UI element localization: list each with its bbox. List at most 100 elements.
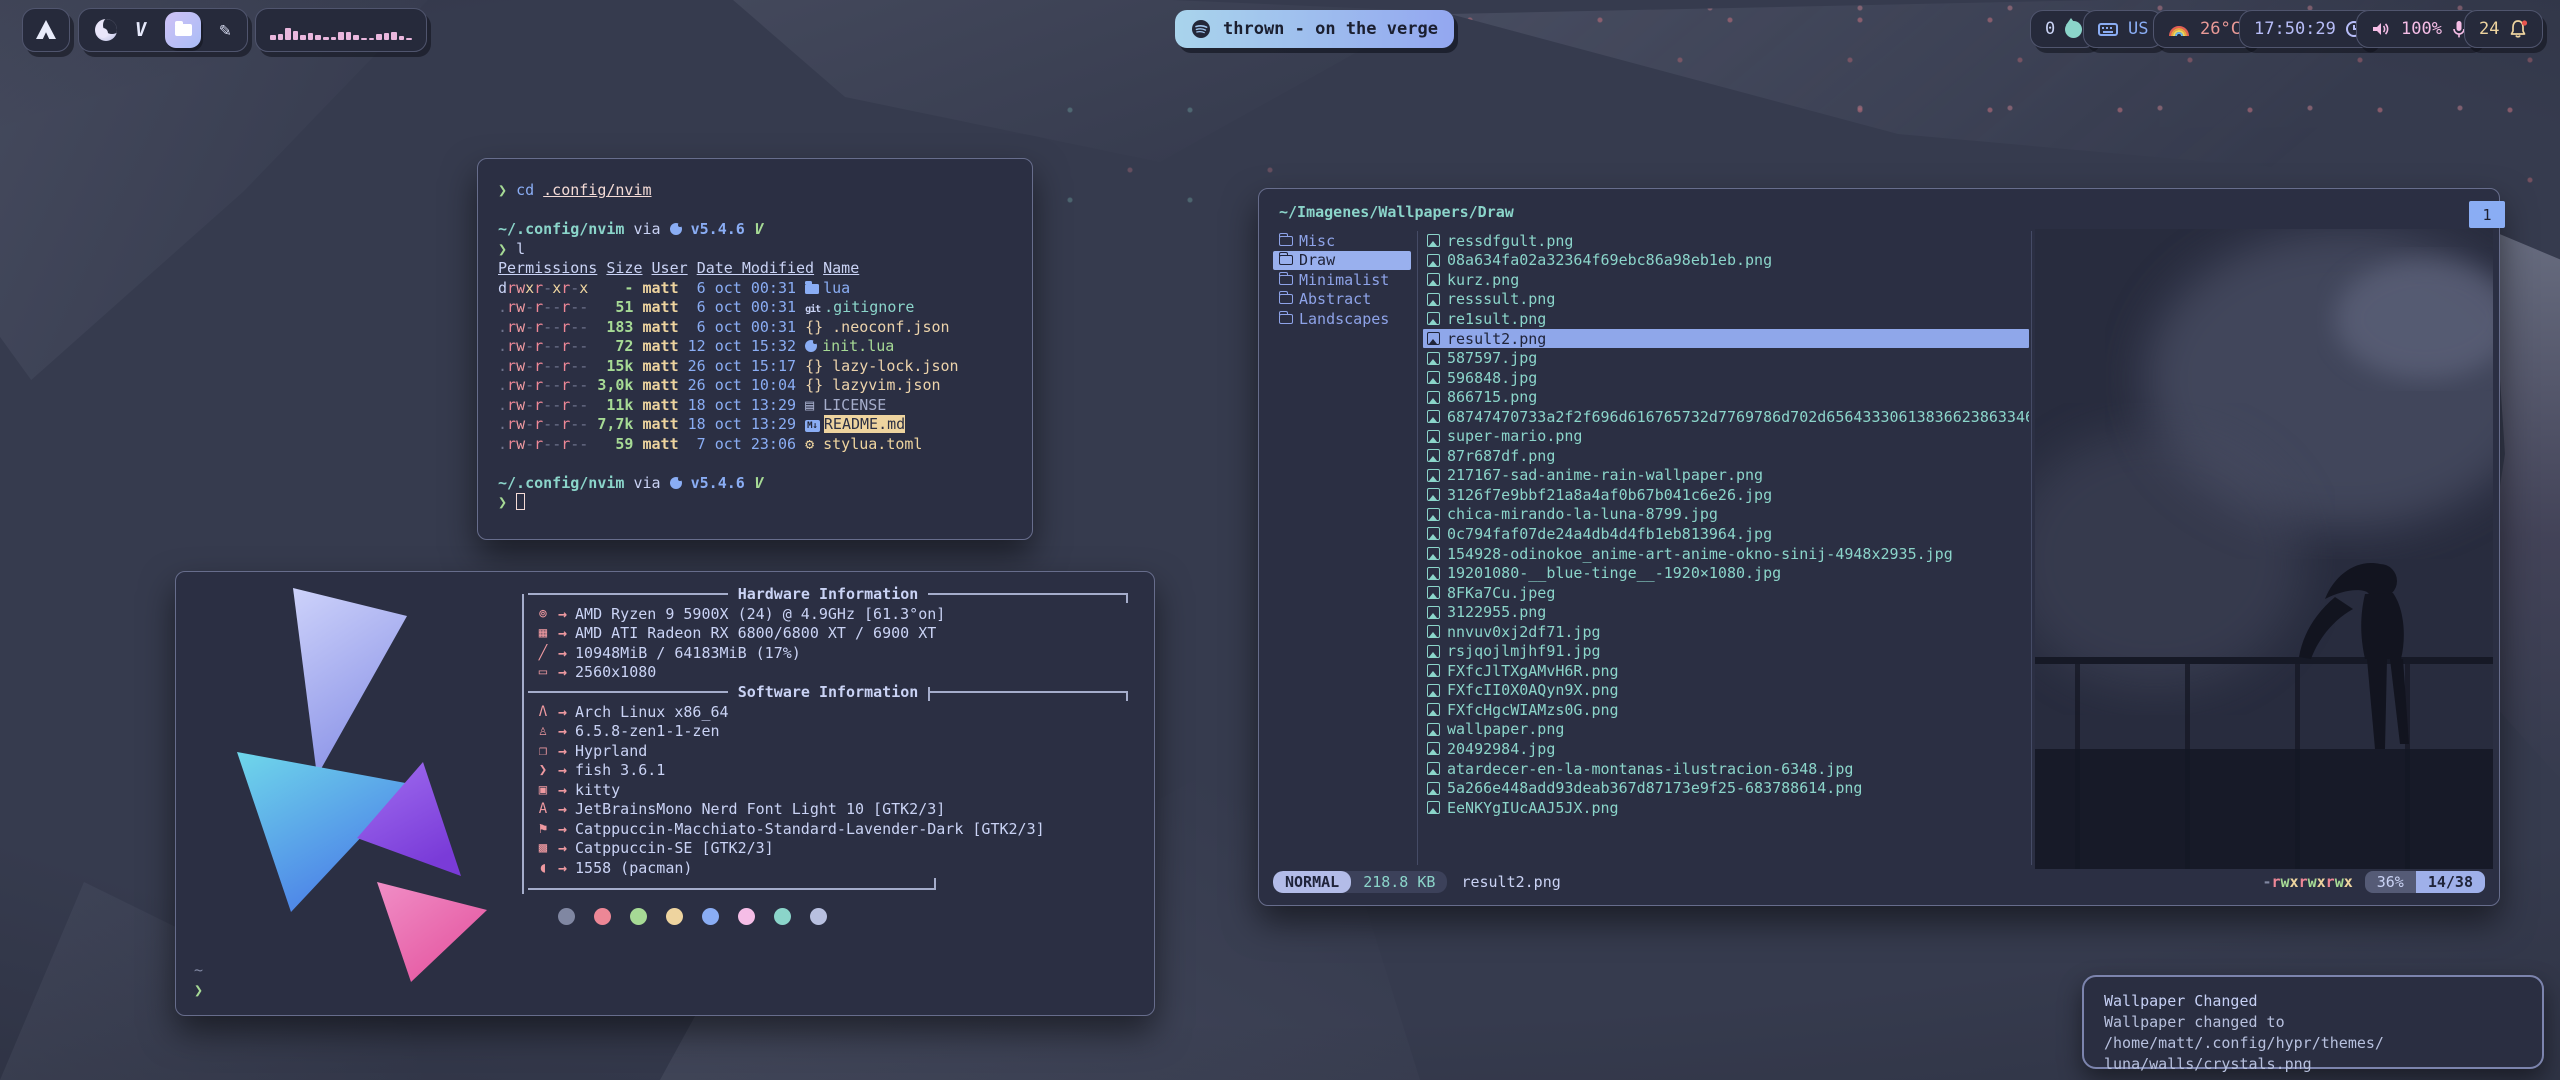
file-list-item[interactable]: ressdfgult.png [1423,231,2029,251]
file-list-item[interactable]: resssult.png [1423,290,2029,310]
file-list-item[interactable]: 596848.jpg [1423,368,2029,388]
paint-workspace-icon[interactable]: ✎ [219,19,230,41]
file-list-item[interactable]: 3122955.png [1423,602,2029,622]
arrow-icon: → [558,859,575,877]
file-list-item[interactable]: 587597.jpg [1423,348,2029,368]
ls-file-row[interactable]: .rw-r--r-- 7,7k matt 18 oct 13:29 M↓READ… [498,415,1012,435]
file-list-item[interactable]: 68747470733a2f2f696d616765732d7769786d70… [1423,407,2029,427]
file-owner: matt [643,337,688,355]
workspace-switcher[interactable]: V ✎ [78,8,248,52]
file-name: 20492984.jpg [1447,740,1555,758]
ls-file-row[interactable]: .rw-r--r-- 51 matt 6 oct 00:31 git.gitig… [498,298,1012,318]
visualizer-bar [300,35,306,40]
fetch-info-value: kitty [575,781,620,799]
audio-module[interactable]: 100% [2356,10,2481,48]
visualizer-bar [361,38,367,40]
sidebar-item-draw[interactable]: Draw [1273,251,1411,271]
ls-file-row[interactable]: .rw-r--r-- 183 matt 6 oct 00:31 {} .neoc… [498,318,1012,338]
file-list-item[interactable]: FXfcJlTXgAMvH6R.png [1423,661,2029,681]
arrow-icon: → [558,742,575,760]
sidebar-item-landscapes[interactable]: Landscapes [1273,309,1411,329]
file-list-item[interactable]: super-mario.png [1423,426,2029,446]
image-file-icon [1427,742,1440,755]
sidebar-item-misc[interactable]: Misc [1273,231,1411,251]
folder-icon [1279,255,1293,265]
notifications-module[interactable]: 24 [2464,10,2543,48]
file-name: 68747470733a2f2f696d616765732d7769786d70… [1447,408,2029,426]
terminal-input-line[interactable]: ❯ [498,493,1012,513]
file-list-item[interactable]: chica-mirando-la-luna-8799.jpg [1423,505,2029,525]
file-list-item[interactable]: atardecer-en-la-montanas-ilustracion-634… [1423,759,2029,779]
file-list-item[interactable]: 5a266e448add93deab367d87173e9f25-6837886… [1423,778,2029,798]
lua-icon [670,223,682,235]
terminal-window[interactable]: ❯ cd .config/nvim ~/.config/nvim via v5.… [477,158,1033,540]
keyboard-layout-module[interactable]: US [2083,10,2163,48]
shell-context-line: ~/.config/nvim via v5.4.6 V [498,474,1012,494]
file-list-item[interactable]: 20492984.jpg [1423,739,2029,759]
arrow-icon: → [558,781,575,799]
json-icon: {} [805,376,832,394]
image-file-icon [1427,664,1440,677]
file-list-item[interactable]: result2.png [1423,329,2029,349]
file-list-item[interactable]: re1sult.png [1423,309,2029,329]
file-date: 18 oct 13:29 [688,415,805,433]
fetch-shell-prompt[interactable]: ~ ❯ [194,960,203,1000]
file-name: 3126f7e9bbf21a8a4af0b67b041c6e26.jpg [1447,486,1772,504]
file-list-item[interactable]: 154928-odinokoe_anime-art-anime-okno-sin… [1423,544,2029,564]
command-arg: .config/nvim [543,181,651,199]
ls-file-row[interactable]: .rw-r--r-- 59 matt 7 oct 23:06 ⚙ stylua.… [498,435,1012,455]
file-owner: matt [643,279,688,297]
tab-badge[interactable]: 1 [2469,201,2505,228]
file-list-item[interactable]: 87r687df.png [1423,446,2029,466]
file-size: 59 [597,435,642,453]
file-list-item[interactable]: FXfcHgcWIAMzs0G.png [1423,700,2029,720]
file-size: 72 [597,337,642,355]
media-player-widget[interactable]: thrown - on the verge [1175,10,1454,48]
files-workspace-active[interactable] [165,12,201,48]
fetch-info-row: ▣→kitty [528,780,1128,800]
ls-file-row[interactable]: .rw-r--r-- 72 matt 12 oct 15:32 init.lua [498,337,1012,357]
file-list-item[interactable]: 0c794faf07de24a4db4d4fb1eb813964.jpg [1423,524,2029,544]
file-list-item[interactable]: kurz.png [1423,270,2029,290]
file-name: 19201080-__blue-tinge__-1920×1080.jpg [1447,564,1781,582]
hardware-title: Hardware Information [728,585,929,603]
software-rows: Λ→Arch Linux x86_64♙→6.5.8-zen1-1-zen❐→H… [528,702,1128,878]
file-name: 596848.jpg [1447,369,1537,387]
fetch-info-value: Arch Linux x86_64 [575,703,729,721]
ls-file-row[interactable]: .rw-r--r-- 3,0k matt 26 oct 10:04 {} laz… [498,376,1012,396]
notification-popup[interactable]: Wallpaper Changed Wallpaper changed to /… [2082,975,2544,1069]
file-manager-window[interactable]: ~/Imagenes/Wallpapers/Draw 1 MiscDrawMin… [1258,188,2500,906]
catppuccin-logo [190,580,500,1010]
software-title: Software Information [728,683,929,701]
file-size: 218.8 KB [1351,871,1447,893]
file-list-item[interactable]: 19201080-__blue-tinge__-1920×1080.jpg [1423,563,2029,583]
file-list-item[interactable]: wallpaper.png [1423,720,2029,740]
ls-file-row[interactable]: .rw-r--r-- 11k matt 18 oct 13:29 ▤ LICEN… [498,396,1012,416]
sidebar-item-abstract[interactable]: Abstract [1273,290,1411,310]
vim-workspace-icon[interactable]: V [134,19,149,41]
file-date: 6 oct 00:31 [688,298,805,316]
sidebar-item-label: Abstract [1299,290,1371,308]
ls-file-row[interactable]: drwxr-xr-x - matt 6 oct 00:31 lua [498,279,1012,299]
fetch-frame-bottom [528,882,936,890]
file-list-item[interactable]: 866715.png [1423,387,2029,407]
visualizer-bar [399,36,405,40]
firefox-workspace-icon[interactable] [95,19,117,41]
file-list-item[interactable]: nnvuv0xj2df71.jpg [1423,622,2029,642]
file-name: lua [823,279,850,297]
file-list-item[interactable]: 217167-sad-anime-rain-wallpaper.png [1423,466,2029,486]
shell-cwd: ~/.config/nvim [498,474,624,492]
ls-file-row[interactable]: .rw-r--r-- 15k matt 26 oct 15:17 {} lazy… [498,357,1012,377]
file-list-item[interactable]: 8FKa7Cu.jpeg [1423,583,2029,603]
fetch-info-value: 10948MiB / 64183MiB (17%) [575,644,801,662]
terminal-command-line: ❯ l [498,240,1012,260]
file-list-item[interactable]: EeNKYgIUcAAJ5JX.png [1423,798,2029,818]
launcher-button[interactable] [22,8,70,52]
file-list-item[interactable]: FXfcII0X0AQyn9X.png [1423,681,2029,701]
file-list-item[interactable]: 08a634fa02a32364f69ebc86a98eb1eb.png [1423,251,2029,271]
file-owner: matt [643,318,688,336]
file-list-item[interactable]: 3126f7e9bbf21a8a4af0b67b041c6e26.jpg [1423,485,2029,505]
file-list-item[interactable]: rsjqojlmjhf91.jpg [1423,641,2029,661]
speaker-icon [2371,20,2391,38]
sidebar-item-minimalist[interactable]: Minimalist [1273,270,1411,290]
